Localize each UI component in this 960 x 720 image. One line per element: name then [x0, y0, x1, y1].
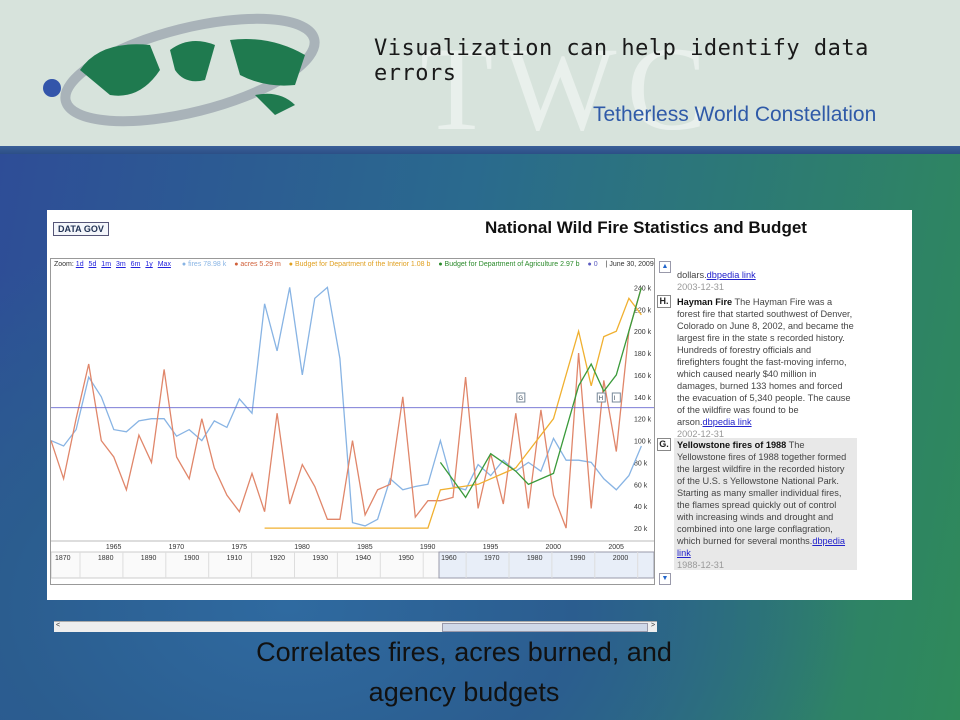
x-tick-label: 1965	[106, 544, 122, 551]
y-tick-label: 20 k	[634, 526, 648, 533]
annotation-date: 2003-12-31	[677, 282, 724, 292]
dbpedia-link[interactable]: dbpedia link	[707, 270, 756, 280]
y-tick-label: 200 k	[634, 329, 652, 336]
overview-tick-label: 1930	[312, 555, 328, 562]
timeline-chart[interactable]: 20 k 40 k 60 k 80 k 100 k 120 k 140 k 160 k 180 …	[50, 258, 657, 632]
annotations-down-arrow-icon[interactable]: ▼	[659, 573, 671, 585]
y-tick-label: 120 k	[634, 417, 652, 424]
dbpedia-link[interactable]: dbpedia link	[703, 417, 752, 427]
caption-line-1: Correlates fires, acres burned, and	[256, 637, 672, 667]
legend-agriculture: ● Budget for Department of Agriculture 2…	[438, 261, 580, 268]
overview-tick-label: 1960	[441, 555, 457, 562]
y-tick-label: 100 k	[634, 439, 652, 446]
overview-tick-label: 1950	[398, 555, 414, 562]
legend-fires: ● fires 78.98 k	[181, 261, 227, 268]
overview-tick-label: 1890	[141, 555, 157, 562]
x-tick-label: 1995	[483, 544, 499, 551]
scroll-thumb[interactable]	[442, 623, 648, 632]
zoom-5d-link[interactable]: 5d	[89, 261, 97, 268]
overview-tick-label: 1940	[355, 555, 371, 562]
chart-canvas[interactable]: 20 k 40 k 60 k 80 k 100 k 120 k 140 k 160 k 180 …	[51, 259, 654, 584]
y-tick-label: 60 k	[634, 482, 648, 489]
annotation-text: The Hayman Fire was a forest fire that s…	[677, 297, 854, 427]
zoom-label: Zoom:	[54, 261, 74, 268]
slide-header: TWC Visualization can help identify data…	[0, 0, 960, 146]
x-tick-label: 1985	[357, 544, 373, 551]
annotation-letter[interactable]: G.	[657, 438, 671, 451]
annotation-text: The Yellowstone fires of 1988 together f…	[677, 440, 847, 546]
annotation-date: 1988-12-31	[677, 560, 724, 570]
y-tick-label: 40 k	[634, 504, 648, 511]
y-tick-label: 240 k	[634, 285, 652, 292]
annotation-item[interactable]: H. Hayman Fire The Hayman Fire was a for…	[657, 295, 857, 441]
annotation-letter[interactable]: H.	[657, 295, 671, 308]
zoom-legend-bar: Zoom: 1d 5d 1m 3m 6m 1y Max ● fires 78.9…	[54, 261, 654, 268]
x-tick-label: 1980	[294, 544, 310, 551]
slide-title: Visualization can help identify data err…	[374, 36, 869, 86]
overview-tick-label: 1900	[184, 555, 200, 562]
overview-tick-label: 1970	[484, 555, 500, 562]
zoom-6m-link[interactable]: 6m	[131, 261, 141, 268]
overview-tick-label: 2000	[613, 555, 629, 562]
scroll-right-arrow-icon[interactable]: >	[649, 622, 657, 632]
caption-line-2: agency budgets	[368, 677, 560, 707]
zoom-1y-link[interactable]: 1y	[145, 261, 152, 268]
annotation-list: dollars.dbpedia link 2003-12-31 H. Hayma…	[657, 270, 857, 570]
event-marker-label: H	[599, 396, 603, 402]
chart-panel: DATA GOV National Wild Fire Statistics a…	[47, 210, 912, 632]
x-tick-label: 2005	[608, 544, 624, 551]
x-tick-label: 1970	[169, 544, 185, 551]
overview-tick-label: 1980	[527, 555, 543, 562]
header-divider	[0, 146, 960, 154]
slide-caption: Correlates fires, acres burned, and agen…	[0, 632, 928, 712]
x-tick-label: 1975	[231, 544, 247, 551]
overview-tick-label: 1880	[98, 555, 114, 562]
zoom-1d-link[interactable]: 1d	[76, 261, 84, 268]
data-gov-badge[interactable]: DATA GOV	[53, 222, 109, 236]
y-tick-label: 140 k	[634, 395, 652, 402]
zoom-3m-link[interactable]: 3m	[116, 261, 126, 268]
overview-tick-label: 1870	[55, 555, 71, 562]
chart-title: National Wild Fire Statistics and Budget	[485, 218, 807, 237]
overview-tick-label: 1990	[570, 555, 586, 562]
org-name: Tetherless World Constellation	[593, 103, 877, 126]
annotation-item[interactable]: G. Yellowstone fires of 1988 The Yellows…	[657, 438, 857, 570]
globe-logo-icon	[43, 13, 320, 127]
y-tick-label: 80 k	[634, 460, 648, 467]
scroll-left-arrow-icon[interactable]: <	[54, 622, 62, 632]
zoom-1m-link[interactable]: 1m	[101, 261, 111, 268]
legend-acres: ● acres 5.29 m	[234, 261, 281, 268]
overview-tick-label: 1910	[227, 555, 243, 562]
annotation-title: Yellowstone fires of 1988	[677, 440, 787, 450]
annotation-item: dollars.dbpedia link 2003-12-31	[677, 270, 756, 292]
y-tick-label: 160 k	[634, 373, 652, 380]
date-readout: | June 30, 2009	[605, 261, 654, 268]
series-line-budget-for-department-of-agriculture	[439, 287, 643, 499]
legend-interior: ● Budget for Department of the Interior …	[288, 261, 431, 268]
legend-zero: ● 0	[587, 261, 598, 268]
zoom-max-link[interactable]: Max	[158, 261, 171, 268]
x-tick-label: 2000	[546, 544, 562, 551]
overview-tick-label: 1920	[270, 555, 286, 562]
annotation-title: Hayman Fire	[677, 297, 733, 307]
y-tick-label: 180 k	[634, 351, 652, 358]
x-tick-label: 1990	[420, 544, 436, 551]
event-marker-label: G	[518, 396, 523, 402]
overview-scrollbar[interactable]: < >	[54, 621, 657, 632]
